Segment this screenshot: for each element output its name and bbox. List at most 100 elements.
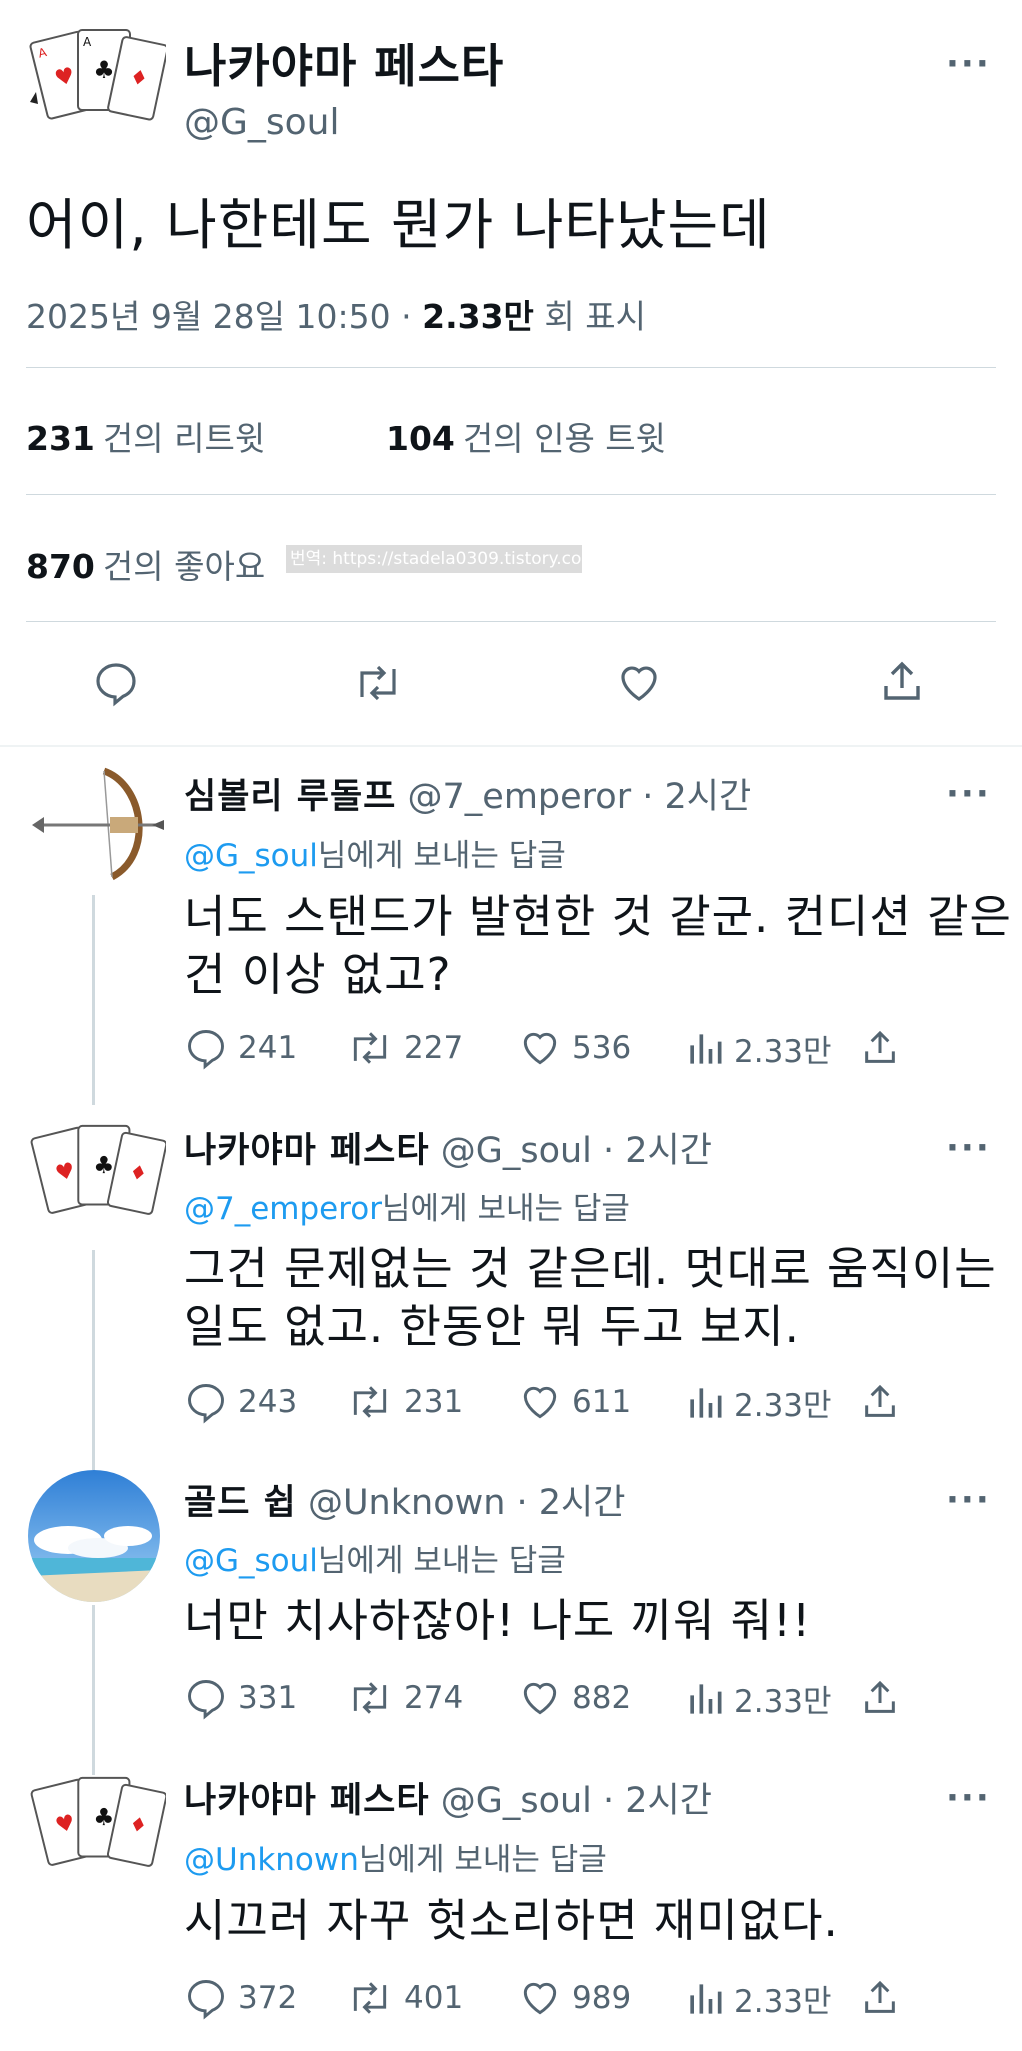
reply-icon (188, 1384, 224, 1424)
replying-to: @G_soul님에게 보내는 답글 (184, 838, 566, 874)
author-name[interactable]: 나카야마 페스타 (184, 1781, 430, 1821)
reply-action-bar: 241 227 536 2.33만 (184, 1026, 904, 1076)
retweet-button[interactable]: 231 (346, 1380, 463, 1424)
author-handle[interactable]: @Unknown · 2시간 (308, 1483, 626, 1523)
retweet-icon (353, 1032, 387, 1064)
reply-button[interactable]: 243 (184, 1380, 297, 1424)
playing-cards-aces-icon: ♥ ♣ ♦ (30, 1776, 168, 1867)
analytics-icon (690, 1387, 722, 1418)
like-button[interactable]: 536 (518, 1026, 631, 1070)
retweet-button[interactable]: 227 (346, 1026, 463, 1070)
quote-stat[interactable]: 104 건의 인용 트윗 (386, 412, 666, 460)
reply-icon (188, 1030, 224, 1070)
more-options-icon[interactable]: ··· (946, 1480, 991, 1520)
like-stat[interactable]: 870 건의 좋아요 (26, 540, 265, 588)
svg-text:♣: ♣ (93, 1803, 114, 1831)
retweet-icon (353, 1682, 387, 1714)
author-name[interactable]: 골드 쉽 (184, 1483, 297, 1523)
reply-to-handle[interactable]: @Unknown (184, 1842, 359, 1878)
author-name[interactable]: 심볼리 루돌프 (184, 777, 396, 817)
reply-to-handle[interactable]: @G_soul (184, 1543, 318, 1579)
avatar[interactable] (28, 1470, 160, 1602)
reply-text: 너만 치사하잖아! 나도 끼워 줘!! (184, 1594, 812, 1647)
more-options-icon[interactable]: ··· (946, 1128, 991, 1168)
action-bar (0, 655, 1022, 711)
avatar[interactable]: ♥ A ♣ A ♦ (26, 22, 169, 142)
retweet-stat[interactable]: 231 건의 리트윗 (26, 412, 265, 460)
reply-action-bar: 331 274 882 2.33만 (184, 1676, 904, 1726)
replying-to: @Unknown님에게 보내는 답글 (184, 1842, 607, 1878)
author-handle[interactable]: @7_emperor · 2시간 (408, 777, 752, 817)
analytics-icon (690, 1683, 722, 1714)
more-options-icon[interactable]: ··· (946, 774, 991, 814)
retweet-icon[interactable] (352, 659, 404, 707)
replying-to: @G_soul님에게 보내는 답글 (184, 1543, 566, 1579)
author-handle[interactable]: @G_soul · 2시간 (441, 1131, 712, 1171)
reply-header: 골드 쉽 @Unknown · 2시간 (184, 1474, 625, 1525)
reply-header: 나카야마 페스타 @G_soul · 2시간 (184, 1122, 712, 1173)
views-button[interactable]: 2.33만 (686, 1676, 832, 1721)
retweet-icon (353, 1982, 387, 2014)
reply-icon[interactable] (92, 659, 140, 707)
bow-and-arrow-icon (32, 767, 164, 881)
share-icon (865, 1384, 895, 1417)
reply-action-bar: 243 231 611 2.33만 (184, 1380, 904, 1430)
like-icon (523, 1982, 557, 2015)
analytics-icon (690, 1983, 722, 2014)
reply-to-handle[interactable]: @7_emperor (184, 1191, 382, 1227)
section-separator (0, 745, 1022, 747)
thread-line (92, 895, 95, 1105)
like-button[interactable]: 611 (518, 1380, 631, 1424)
reply-action-bar: 372 401 989 2.33만 (184, 1976, 904, 2026)
svg-text:♣: ♣ (93, 1151, 114, 1179)
like-button[interactable]: 989 (518, 1976, 631, 2020)
avatar[interactable]: ♥ ♣ ♦ (26, 1118, 168, 1236)
reply-icon (188, 1680, 224, 1720)
reply-header: 심볼리 루돌프 @7_emperor · 2시간 (184, 768, 751, 819)
share-icon (865, 1680, 895, 1713)
svg-text:A: A (83, 35, 92, 49)
reply-text: 너도 스탠드가 발현한 것 같군. 컨디션 같은 건 이상 없고? (184, 890, 1012, 1001)
thread-line (92, 1605, 95, 1775)
share-icon[interactable] (878, 657, 926, 707)
share-button[interactable] (860, 1976, 910, 2020)
divider (26, 494, 996, 495)
reply-text: 시끄러 자꾸 헛소리하면 재미없다. (184, 1894, 839, 1947)
author-handle[interactable]: @G_soul (184, 102, 340, 143)
avatar[interactable] (26, 765, 166, 883)
more-options-icon[interactable]: ··· (946, 44, 991, 84)
author-name[interactable]: 나카야마 페스타 (184, 30, 504, 96)
reply-icon (188, 1980, 224, 2020)
svg-text:♣: ♣ (93, 56, 115, 84)
views-button[interactable]: 2.33만 (686, 1976, 832, 2021)
divider (26, 621, 996, 622)
playing-cards-aces-icon: ♥A ♣A ♦ (29, 29, 169, 121)
share-button[interactable] (860, 1026, 910, 1070)
author-handle[interactable]: @G_soul · 2시간 (441, 1781, 712, 1821)
share-icon (865, 1980, 895, 2013)
tweet-meta: 2025년 9월 28일 10:50 · 2.33만 회 표시 (26, 290, 646, 338)
beach-sky-icon (28, 1470, 160, 1602)
author-name[interactable]: 나카야마 페스타 (184, 1131, 430, 1171)
playing-cards-aces-icon: ♥ ♣ ♦ (30, 1124, 168, 1215)
reply-button[interactable]: 331 (184, 1676, 297, 1720)
reply-button[interactable]: 241 (184, 1026, 297, 1070)
views-button[interactable]: 2.33만 (686, 1026, 832, 1071)
divider (26, 367, 996, 368)
like-icon (523, 1032, 557, 1065)
avatar[interactable]: ♥ ♣ ♦ (26, 1770, 168, 1888)
reply-button[interactable]: 372 (184, 1976, 297, 2020)
views-button[interactable]: 2.33만 (686, 1380, 832, 1425)
analytics-icon (690, 1033, 722, 1064)
reply-text: 그건 문제없는 것 같은데. 멋대로 움직이는 일도 없고. 한동안 뭐 두고 … (184, 1242, 997, 1353)
like-icon[interactable] (614, 659, 664, 707)
tweet-timestamp[interactable]: 2025년 9월 28일 10:50 · (26, 297, 412, 336)
like-button[interactable]: 882 (518, 1676, 631, 1720)
retweet-button[interactable]: 401 (346, 1976, 463, 2020)
thread-line (92, 1250, 95, 1470)
reply-to-handle[interactable]: @G_soul (184, 838, 318, 874)
more-options-icon[interactable]: ··· (946, 1778, 991, 1818)
share-button[interactable] (860, 1676, 910, 1720)
share-button[interactable] (860, 1380, 910, 1424)
retweet-button[interactable]: 274 (346, 1676, 463, 1720)
